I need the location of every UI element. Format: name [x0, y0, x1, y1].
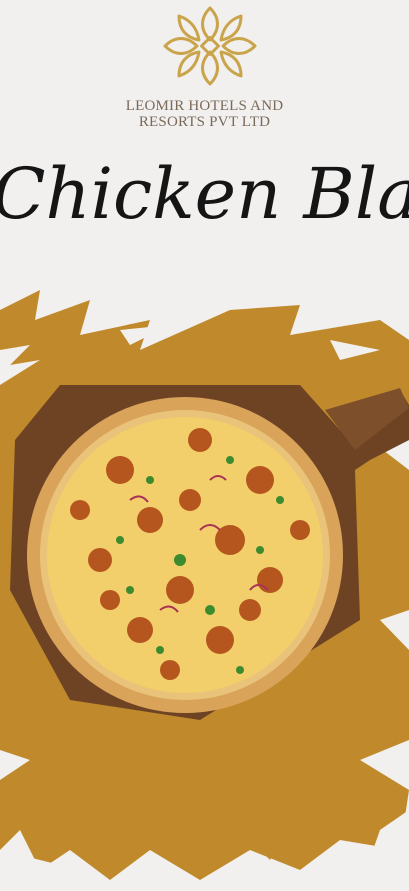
brand-name: LEOMIR HOTELS AND RESORTS PVT LTD	[0, 98, 409, 130]
pizza	[27, 397, 343, 713]
brand-line-1: LEOMIR HOTELS AND	[125, 98, 284, 114]
page-title: Chicken Blast Pizza	[0, 140, 409, 250]
logo-icon	[155, 0, 265, 92]
brand-line-2: RESORTS PVT LTD	[138, 114, 271, 130]
pizza-illustration	[0, 290, 409, 887]
page-title-text: Chicken Blast Pizza	[0, 153, 409, 235]
